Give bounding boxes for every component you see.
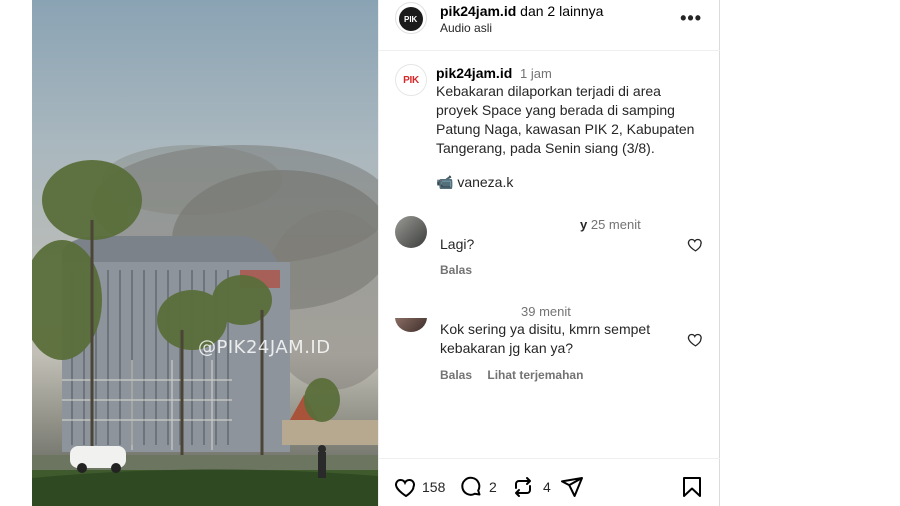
comment-meta: y 25 menit	[580, 217, 641, 232]
bookmark-icon[interactable]	[680, 475, 704, 499]
comment-time[interactable]: 25 menit	[591, 217, 641, 232]
post-header: PIK pik24jam.id dan 2 lainnya Audio asli…	[379, 0, 720, 51]
reply-button[interactable]: Balas	[440, 263, 472, 277]
like-action: 158	[394, 475, 445, 499]
more-horizontal-icon[interactable]: •••	[680, 8, 702, 29]
collaborators-link[interactable]: dan 2 lainnya	[516, 3, 603, 19]
comment-avatar[interactable]	[395, 318, 427, 332]
author-avatar[interactable]: PIK	[395, 2, 427, 34]
caption-username[interactable]: pik24jam.id	[436, 65, 512, 81]
audio-label[interactable]: Audio asli	[440, 21, 492, 35]
camera-emoji-icon: 📹	[436, 174, 454, 190]
header-title: pik24jam.id dan 2 lainnya	[440, 3, 603, 19]
author-username[interactable]: pik24jam.id	[440, 3, 516, 19]
comment-username[interactable]: y	[580, 217, 587, 232]
comment-actions: Balas Lihat terjemahan	[440, 368, 595, 382]
pik-logo-icon: PIK	[399, 7, 423, 31]
reel-post-page: @PIK24JAM.ID PIK pik24jam.id dan 2 lainn…	[0, 0, 900, 506]
post-video[interactable]: @PIK24JAM.ID	[32, 0, 378, 506]
reply-button[interactable]: Balas	[440, 368, 472, 382]
credit-username[interactable]: vaneza.k	[457, 174, 513, 190]
comment-count[interactable]: 2	[489, 479, 497, 495]
fire-scene-image	[32, 145, 378, 506]
caption-time[interactable]: 1 jam	[520, 66, 552, 81]
comment-actions: Balas	[440, 263, 484, 277]
comment-time[interactable]: 39 menit	[521, 304, 571, 319]
post-action-bar: 158 2 4	[379, 458, 720, 506]
comment-icon[interactable]	[459, 475, 483, 499]
comment-meta: 39 menit	[521, 304, 571, 319]
see-translation-button[interactable]: Lihat terjemahan	[487, 368, 583, 382]
repost-action: 4	[511, 475, 551, 499]
share-icon[interactable]	[560, 475, 584, 499]
pik-logo-icon: PIK	[403, 74, 419, 86]
save-action	[680, 475, 704, 499]
comment-action: 2	[459, 475, 497, 499]
comment-text: Lagi?	[440, 236, 475, 252]
like-count[interactable]: 158	[422, 479, 445, 495]
comment-text: Kok sering ya disitu, kmrn sempet kebaka…	[440, 321, 651, 356]
comment-avatar[interactable]	[395, 216, 427, 248]
share-action	[560, 475, 584, 499]
video-watermark: @PIK24JAM.ID	[198, 337, 331, 358]
photo-credit: 📹 vaneza.k	[436, 174, 513, 191]
heart-icon[interactable]	[394, 475, 418, 499]
comment-like-heart-icon[interactable]	[687, 331, 704, 348]
comment-like-heart-icon[interactable]	[687, 236, 704, 253]
post-side-panel: PIK pik24jam.id dan 2 lainnya Audio asli…	[378, 0, 720, 506]
repost-count[interactable]: 4	[543, 479, 551, 495]
post-caption: Kebakaran dilaporkan terjadi di area pro…	[436, 83, 695, 156]
caption-author-avatar[interactable]: PIK	[395, 64, 427, 96]
repost-icon[interactable]	[511, 475, 535, 499]
